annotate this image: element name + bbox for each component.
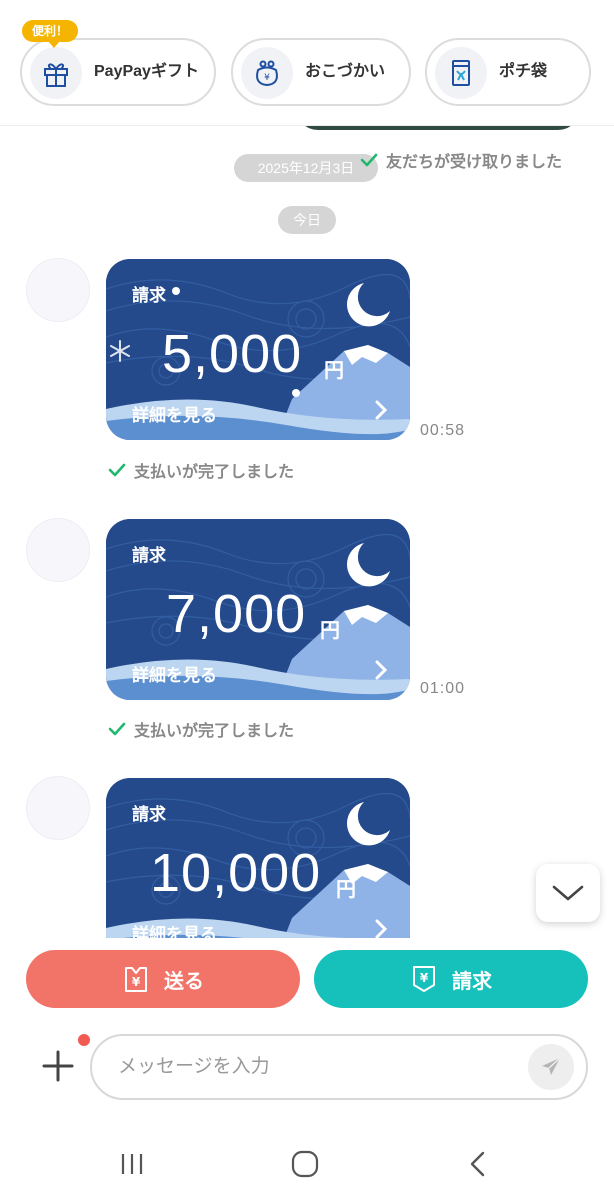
envelope-icon: [435, 47, 487, 99]
shortcut-label: PayPayギフト: [94, 63, 199, 80]
paper-plane-icon: [542, 1057, 561, 1075]
shortcut-label: ポチ袋: [499, 63, 548, 80]
chevron-down-icon: [552, 885, 584, 901]
check-icon: [108, 463, 126, 477]
system-navigation-bar: [0, 1126, 614, 1200]
request-money-button[interactable]: ¥ 請求: [314, 950, 588, 1008]
purse-icon: ¥: [241, 47, 293, 99]
request-card[interactable]: 請求 5,000 円 詳細を見る: [106, 259, 410, 440]
card-amount: 10,000: [150, 843, 322, 903]
plus-icon: [42, 1050, 74, 1082]
avatar[interactable]: [26, 258, 90, 322]
avatar[interactable]: [26, 518, 90, 582]
request-card[interactable]: 請求 10,000 円 詳細を見る: [106, 778, 410, 938]
request-card[interactable]: 請求 7,000 円 詳細を見る: [106, 519, 410, 700]
status-text: 友だちが受け取りました: [386, 154, 563, 171]
card-title: 請求: [132, 286, 166, 305]
card-currency: 円: [320, 620, 340, 642]
card-currency: 円: [324, 360, 344, 382]
send-message-button[interactable]: [528, 1044, 574, 1090]
send-yen-icon: ¥: [125, 967, 147, 992]
svg-text:¥: ¥: [132, 975, 141, 989]
scroll-to-bottom-button[interactable]: [536, 864, 600, 922]
home-button[interactable]: [285, 1146, 325, 1182]
status-text: 支払いが完了しました: [134, 723, 295, 740]
check-icon: [108, 722, 126, 736]
status-text: 支払いが完了しました: [134, 464, 295, 481]
avatar[interactable]: [26, 776, 90, 840]
request-yen-icon: ¥: [413, 966, 435, 992]
recent-apps-button[interactable]: [112, 1146, 152, 1182]
back-button[interactable]: [458, 1146, 498, 1182]
card-detail-link[interactable]: 詳細を見る: [132, 401, 217, 426]
previous-card-edge[interactable]: [296, 126, 580, 130]
gift-icon: [30, 47, 82, 99]
notification-dot: [78, 1034, 90, 1046]
chat-area: 2025年12月3日 友だちが受け取りました 今日 請求 5,000 円 詳細を…: [0, 126, 614, 938]
shortcut-pochi-bag[interactable]: ポチ袋: [425, 38, 591, 106]
recent-apps-icon: [121, 1154, 143, 1174]
chevron-right-icon: [375, 400, 388, 420]
received-status: 友だちが受け取りました: [360, 148, 562, 172]
request-label: 請求: [452, 970, 492, 993]
check-icon: [360, 153, 378, 167]
payment-status: 支払いが完了しました: [108, 458, 294, 482]
payment-status: 支払いが完了しました: [108, 717, 294, 741]
chevron-right-icon: [375, 660, 388, 680]
today-divider: 今日: [278, 206, 336, 234]
card-detail-link[interactable]: 詳細を見る: [132, 661, 217, 686]
shortcut-bar: 便利！ PayPayギフト ¥ おこづかい ポチ袋: [0, 0, 614, 126]
home-icon: [291, 1150, 319, 1178]
send-money-button[interactable]: ¥ 送る: [26, 950, 300, 1008]
date-divider: 2025年12月3日: [234, 154, 378, 182]
message-time: 00:58: [420, 422, 466, 439]
chevron-right-icon: [375, 919, 388, 938]
message-input[interactable]: [90, 1034, 588, 1100]
card-title: 請求: [132, 805, 166, 824]
message-time: 01:00: [420, 680, 466, 697]
card-title: 請求: [132, 546, 166, 565]
convenient-badge: 便利！: [22, 20, 79, 48]
svg-text:¥: ¥: [420, 971, 429, 985]
svg-text:¥: ¥: [264, 73, 270, 83]
shortcut-allowance[interactable]: ¥ おこづかい: [231, 38, 411, 106]
shortcut-paypay-gift[interactable]: PayPayギフト: [20, 38, 216, 106]
card-currency: 円: [336, 879, 356, 901]
card-amount: 5,000: [162, 324, 303, 384]
shortcut-label: おこづかい: [305, 63, 386, 80]
back-icon: [470, 1151, 485, 1177]
card-detail-link[interactable]: 詳細を見る: [132, 920, 217, 938]
add-attachment-button[interactable]: [40, 1048, 76, 1084]
send-label: 送る: [164, 970, 204, 993]
card-amount: 7,000: [166, 584, 307, 644]
